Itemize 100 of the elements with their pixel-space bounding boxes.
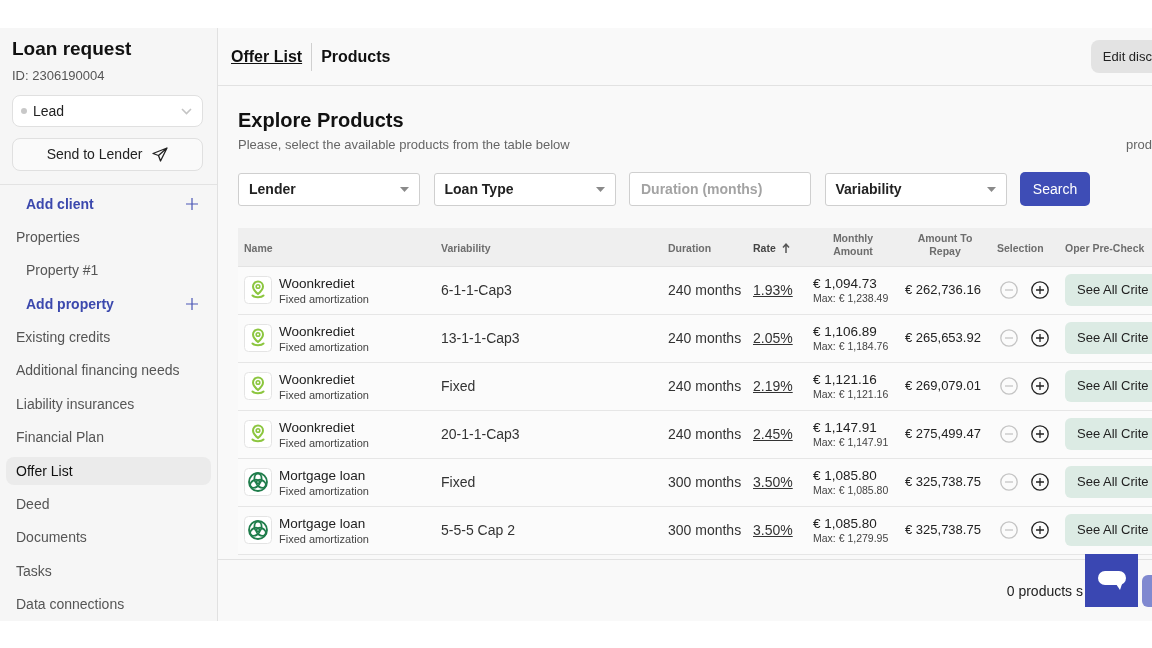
knot-logo-icon bbox=[244, 468, 272, 496]
product-name: Mortgage loan bbox=[279, 514, 367, 532]
plus-circle-icon[interactable] bbox=[1031, 281, 1049, 299]
plus-circle-icon[interactable] bbox=[1031, 425, 1049, 443]
criteria-button[interactable]: See All Crite bbox=[1065, 322, 1152, 354]
product-type: Fixed amortization bbox=[279, 435, 369, 450]
plus-circle-icon[interactable] bbox=[1031, 329, 1049, 347]
table-cell: 6-1-1-Cap3 bbox=[435, 266, 662, 314]
side-note: prod bbox=[1125, 137, 1152, 153]
table-cell: 20-1-1-Cap3 bbox=[435, 410, 662, 458]
plus-circle-icon[interactable] bbox=[1031, 521, 1049, 539]
sidebar-item[interactable]: Liability insurances bbox=[6, 390, 211, 419]
table-cell: € 265,653.92 bbox=[899, 314, 991, 362]
rate-link[interactable]: 3.50% bbox=[753, 522, 793, 538]
rate-link[interactable]: 2.05% bbox=[753, 330, 793, 346]
status-dot-icon bbox=[21, 108, 27, 114]
sidebar-item[interactable]: Properties bbox=[6, 223, 211, 252]
table-cell: 300 months bbox=[662, 458, 747, 506]
monthly-amount: € 1,085.80 bbox=[813, 467, 878, 484]
edit-button[interactable]: Edit disc bbox=[1090, 40, 1152, 73]
filter-select[interactable]: Variability bbox=[824, 172, 1007, 206]
filter-input[interactable]: Duration (months) bbox=[629, 172, 811, 206]
column-header: Name bbox=[244, 241, 273, 255]
monthly-amount: € 1,121.16 bbox=[813, 371, 878, 388]
rate-link[interactable]: 2.19% bbox=[753, 378, 793, 394]
column-header: Variability bbox=[441, 241, 491, 255]
max-amount: Max: € 1,121.16 bbox=[813, 388, 890, 401]
criteria-button[interactable]: See All Crite bbox=[1065, 514, 1152, 546]
table-cell: € 275,499.47 bbox=[899, 410, 991, 458]
table-cell: € 325,738.75 bbox=[899, 458, 991, 506]
table-cell: 13-1-1-Cap3 bbox=[435, 314, 662, 362]
plus-circle-icon[interactable] bbox=[1031, 473, 1049, 491]
table-cell: 240 months bbox=[662, 362, 747, 410]
sidebar-item[interactable]: Existing credits bbox=[6, 323, 211, 352]
table-cell: 240 months bbox=[662, 410, 747, 458]
product-type: Fixed amortization bbox=[279, 531, 369, 546]
sidebar-item[interactable]: Data connections bbox=[6, 590, 211, 619]
pin-logo-icon bbox=[244, 276, 272, 304]
table-cell: 5-5-5 Cap 2 bbox=[435, 506, 662, 554]
search-button[interactable]: Search bbox=[1020, 172, 1090, 206]
table-cell: € 262,736.16 bbox=[899, 266, 991, 314]
sidebar-item[interactable]: Documents bbox=[6, 523, 211, 552]
chat-button[interactable] bbox=[1085, 554, 1138, 607]
table-cell: € 269,079.01 bbox=[899, 362, 991, 410]
sidebar-item[interactable]: Deed bbox=[6, 490, 211, 519]
knot-logo-icon bbox=[244, 516, 272, 544]
add-link[interactable]: Add client bbox=[6, 190, 211, 218]
product-type: Fixed amortization bbox=[279, 291, 369, 306]
max-amount: Max: € 1,184.76 bbox=[813, 340, 890, 353]
criteria-button[interactable]: See All Crite bbox=[1065, 418, 1152, 450]
send-button[interactable]: Send to Lender bbox=[12, 138, 203, 171]
column-header: Monthly Amount bbox=[831, 231, 875, 258]
sort-up-arrow-icon[interactable] bbox=[781, 242, 790, 253]
table-cell: 300 months bbox=[662, 506, 747, 554]
rate-link[interactable]: 2.45% bbox=[753, 426, 793, 442]
product-name: Woonkrediet bbox=[279, 370, 356, 388]
rate-link[interactable]: 1.93% bbox=[753, 282, 793, 298]
caret-down-icon bbox=[400, 186, 409, 192]
page-title: Loan request bbox=[12, 37, 133, 60]
max-amount: Max: € 1,279.95 bbox=[813, 532, 890, 545]
status-select[interactable]: Lead bbox=[12, 95, 203, 127]
criteria-button[interactable]: See All Crite bbox=[1065, 370, 1152, 402]
rate-link[interactable]: 3.50% bbox=[753, 474, 793, 490]
product-name: Woonkrediet bbox=[279, 322, 356, 340]
product-type: Fixed amortization bbox=[279, 339, 369, 354]
product-type: Fixed amortization bbox=[279, 387, 369, 402]
plus-icon bbox=[186, 198, 198, 210]
paper-plane-icon bbox=[152, 147, 169, 162]
max-amount: Max: € 1,147.91 bbox=[813, 436, 890, 449]
breadcrumb-current: Products bbox=[321, 46, 391, 67]
monthly-amount: € 1,147.91 bbox=[813, 419, 878, 436]
monthly-amount: € 1,106.89 bbox=[813, 323, 878, 340]
monthly-amount: € 1,085.80 bbox=[813, 515, 878, 532]
chat-bubble-icon bbox=[1097, 570, 1126, 591]
product-name: Mortgage loan bbox=[279, 466, 367, 484]
pin-logo-icon bbox=[244, 324, 272, 352]
criteria-button[interactable]: See All Crite bbox=[1065, 274, 1152, 306]
table-cell: Fixed bbox=[435, 458, 662, 506]
sidebar-item[interactable]: Financial Plan bbox=[6, 423, 211, 452]
plus-circle-icon[interactable] bbox=[1031, 377, 1049, 395]
table-cell: € 325,738.75 bbox=[899, 506, 991, 554]
sidebar-item[interactable]: Additional financing needs bbox=[6, 356, 211, 385]
sidebar-item[interactable]: Tasks bbox=[6, 557, 211, 586]
breadcrumb-link[interactable]: Offer List bbox=[231, 44, 303, 69]
pin-logo-icon bbox=[244, 420, 272, 448]
sidebar-item[interactable]: Offer List bbox=[6, 457, 211, 486]
criteria-button[interactable]: See All Crite bbox=[1065, 466, 1152, 498]
floating-tab[interactable] bbox=[1142, 575, 1152, 607]
table-cell: Fixed bbox=[435, 362, 662, 410]
filter-select[interactable]: Lender bbox=[238, 172, 420, 206]
pin-logo-icon bbox=[244, 372, 272, 400]
filter-select[interactable]: Loan Type bbox=[433, 172, 616, 206]
sidebar-item[interactable]: Property #1 bbox=[6, 256, 211, 285]
column-header: Selection bbox=[997, 241, 1044, 255]
max-amount: Max: € 1,238.49 bbox=[813, 292, 890, 305]
add-link[interactable]: Add property bbox=[6, 290, 211, 319]
table-cell: 240 months bbox=[662, 314, 747, 362]
chevron-down-icon bbox=[181, 107, 192, 115]
request-id: ID: 2306190004 bbox=[12, 68, 106, 84]
product-type: Fixed amortization bbox=[279, 483, 369, 498]
